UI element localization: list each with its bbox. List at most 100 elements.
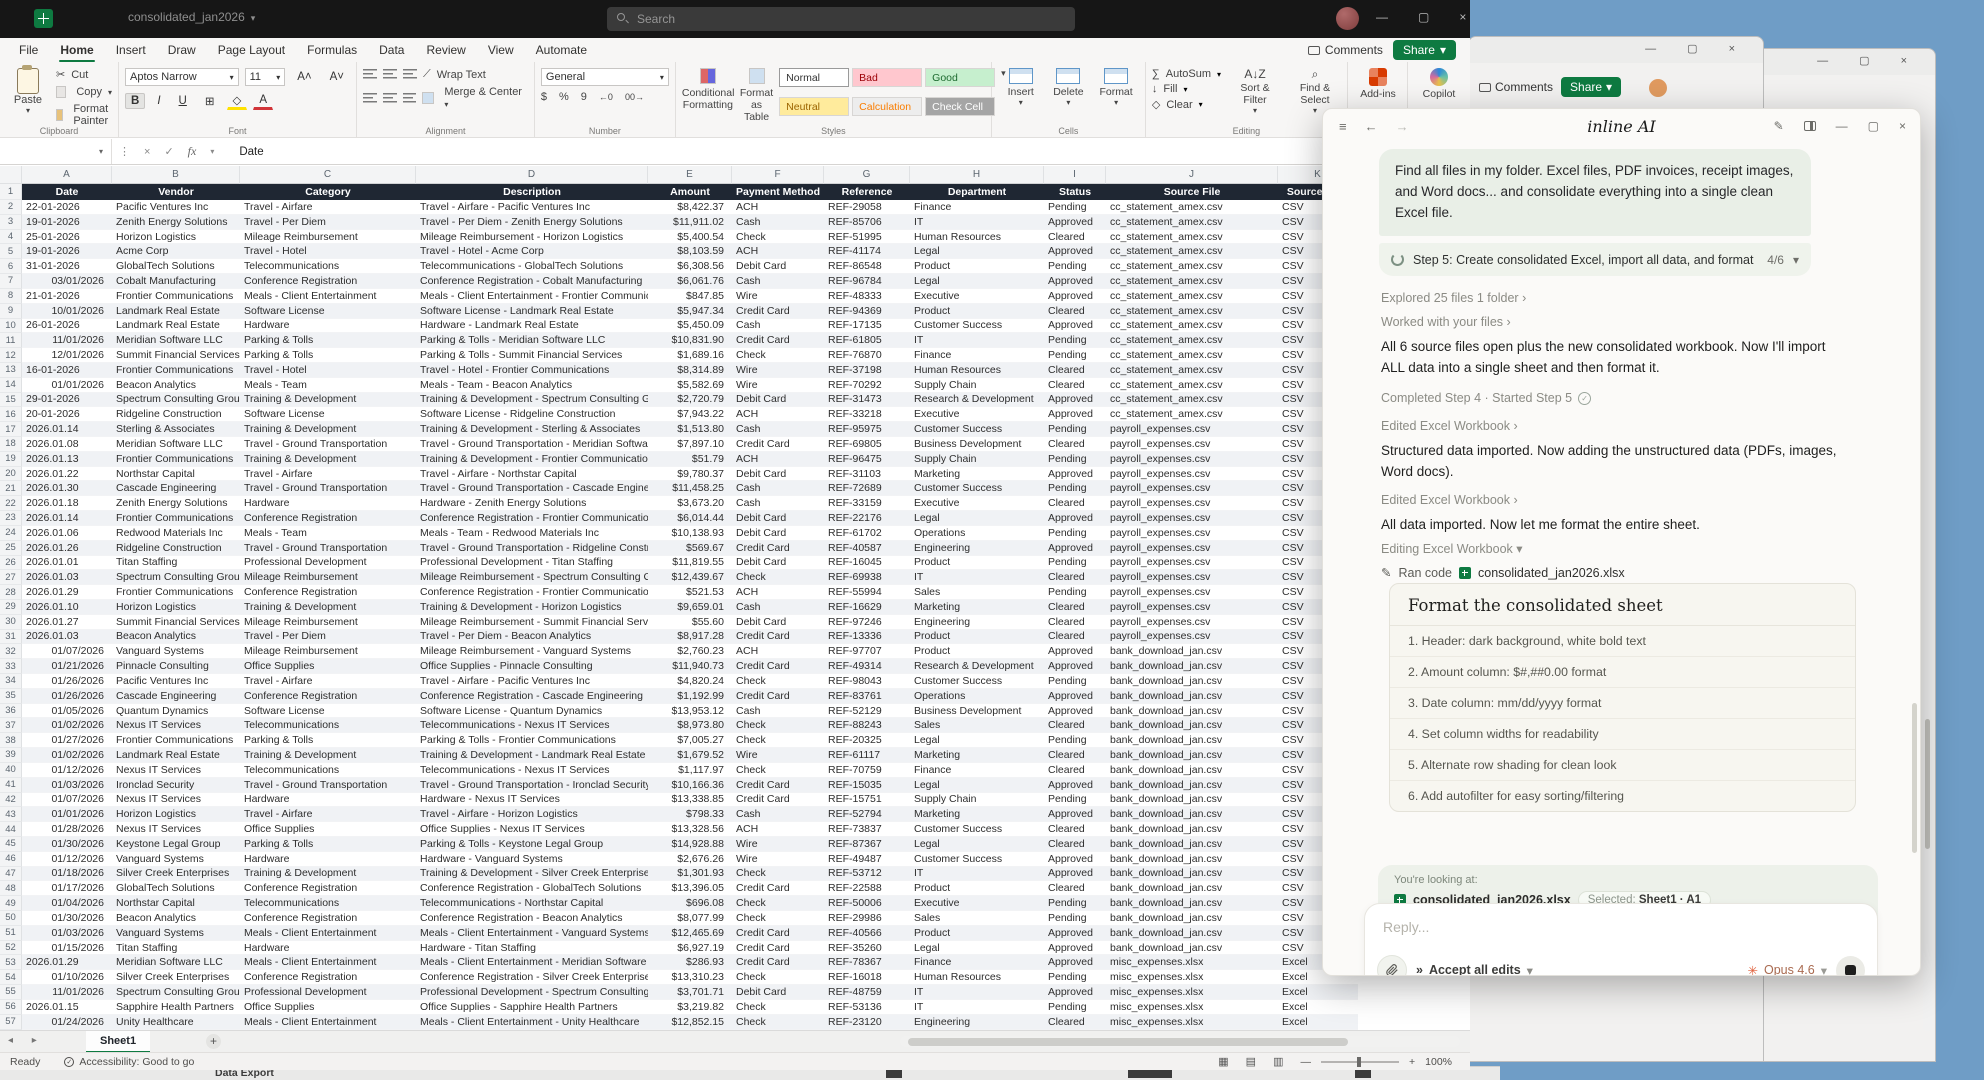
cell-vendor[interactable]: Ironclad Security [112, 778, 240, 793]
cell-source-file[interactable]: payroll_expenses.csv [1106, 481, 1278, 496]
cell-date[interactable]: 22-01-2026 [22, 200, 112, 215]
cell-category[interactable]: Travel - Per Diem [240, 215, 416, 230]
cell-department[interactable]: Finance [910, 763, 1044, 778]
cell-payment-method[interactable]: Check [732, 1000, 824, 1015]
cell-amount[interactable]: $8,314.89 [648, 363, 732, 378]
cell-description[interactable]: Hardware - Vanguard Systems [416, 852, 648, 867]
cell-source-file[interactable]: payroll_expenses.csv [1106, 630, 1278, 645]
cell-vendor[interactable]: Spectrum Consulting Group [112, 570, 240, 585]
ribbon-tab-home[interactable]: Home [49, 40, 104, 60]
cell-date[interactable]: 19-01-2026 [22, 215, 112, 230]
cell-amount[interactable]: $286.93 [648, 955, 732, 970]
accept-all-edits-button[interactable]: » Accept all edits ▾ [1416, 963, 1533, 977]
cell-payment-method[interactable]: Credit Card [732, 955, 824, 970]
row-number[interactable]: 30 [0, 615, 22, 630]
cell-description[interactable]: Travel - Ground Transportation - Cascade… [416, 481, 648, 496]
cell-payment-method[interactable]: Check [732, 733, 824, 748]
model-selector[interactable]: ✳ Opus 4.6 ▾ [1748, 963, 1828, 977]
style-bad[interactable]: Bad [852, 68, 922, 87]
header-cell-amount[interactable]: Amount [648, 184, 732, 200]
cell-date[interactable]: 01/12/2026 [22, 852, 112, 867]
cell-source-file[interactable]: cc_statement_amex.csv [1106, 200, 1278, 215]
cell-department[interactable]: Human Resources [910, 363, 1044, 378]
cell-payment-method[interactable]: Credit Card [732, 437, 824, 452]
edit-icon[interactable]: ✎ [1774, 119, 1784, 133]
cell-source-file[interactable]: cc_statement_amex.csv [1106, 363, 1278, 378]
cell-amount[interactable]: $13,310.23 [648, 970, 732, 985]
cell-date[interactable]: 01/30/2026 [22, 911, 112, 926]
cell-vendor[interactable]: Titan Staffing [112, 556, 240, 571]
cell-vendor[interactable]: Cascade Engineering [112, 481, 240, 496]
reply-input[interactable]: Reply... [1383, 919, 1429, 935]
cell-source-file[interactable]: bank_download_jan.csv [1106, 867, 1278, 882]
cell-source-file[interactable]: bank_download_jan.csv [1106, 807, 1278, 822]
cell-status[interactable]: Approved [1044, 852, 1106, 867]
cell-status[interactable]: Approved [1044, 926, 1106, 941]
cell-description[interactable]: Training & Development - Sterling & Asso… [416, 422, 648, 437]
row-number[interactable]: 42 [0, 793, 22, 808]
cell-source-file[interactable]: cc_statement_amex.csv [1106, 333, 1278, 348]
cell-source-file[interactable]: payroll_expenses.csv [1106, 437, 1278, 452]
cell-reference[interactable]: REF-41174 [824, 244, 910, 259]
cell-department[interactable]: Legal [910, 778, 1044, 793]
cell-source-file[interactable]: cc_statement_amex.csv [1106, 215, 1278, 230]
cell-status[interactable]: Cleared [1044, 437, 1106, 452]
cell-payment-method[interactable]: ACH [732, 244, 824, 259]
cell-vendor[interactable]: Nexus IT Services [112, 718, 240, 733]
cell-description[interactable]: Meals - Team - Redwood Materials Inc [416, 526, 648, 541]
cell-payment-method[interactable]: Credit Card [732, 333, 824, 348]
cell-reference[interactable]: REF-29058 [824, 200, 910, 215]
row-number[interactable]: 33 [0, 659, 22, 674]
cell-department[interactable]: Finance [910, 955, 1044, 970]
cell-description[interactable]: Meals - Client Entertainment - Frontier … [416, 289, 648, 304]
cell-amount[interactable]: $4,820.24 [648, 674, 732, 689]
cell-payment-method[interactable]: Wire [732, 748, 824, 763]
cell-vendor[interactable]: Summit Financial Services [112, 615, 240, 630]
increase-decimal-button[interactable]: ←0 [599, 92, 613, 102]
cell-category[interactable]: Office Supplies [240, 822, 416, 837]
cell-payment-method[interactable]: Cash [732, 319, 824, 334]
cell-status[interactable]: Pending [1044, 422, 1106, 437]
ran-code-row[interactable]: ✎ Ran code consolidated_jan2026.xlsx [1381, 565, 1625, 580]
cell-amount[interactable]: $6,308.56 [648, 259, 732, 274]
cell-status[interactable]: Cleared [1044, 837, 1106, 852]
cell-amount[interactable]: $13,338.85 [648, 793, 732, 808]
cell-vendor[interactable]: Titan Staffing [112, 941, 240, 956]
row-number[interactable]: 20 [0, 467, 22, 482]
cell-department[interactable]: Marketing [910, 748, 1044, 763]
search-input[interactable]: Search [607, 7, 1075, 31]
cell-status[interactable]: Approved [1044, 319, 1106, 334]
row-number[interactable]: 32 [0, 644, 22, 659]
cell-reference[interactable]: REF-83761 [824, 689, 910, 704]
row-number[interactable]: 49 [0, 896, 22, 911]
cell-date[interactable]: 2026.01.15 [22, 1000, 112, 1015]
cell-status[interactable]: Cleared [1044, 230, 1106, 245]
cell-reference[interactable]: REF-17135 [824, 319, 910, 334]
cell-vendor[interactable]: Spectrum Consulting Group [112, 393, 240, 408]
cell-vendor[interactable]: Nexus IT Services [112, 763, 240, 778]
ribbon-tab-view[interactable]: View [477, 40, 525, 60]
cell-category[interactable]: Meals - Client Entertainment [240, 1015, 416, 1030]
comments-button[interactable]: Comments [1308, 43, 1383, 57]
cell-status[interactable]: Cleared [1044, 1015, 1106, 1030]
row-number[interactable]: 7 [0, 274, 22, 289]
add-sheet-button[interactable]: + [206, 1034, 221, 1049]
cell-reference[interactable]: REF-22588 [824, 881, 910, 896]
cell-amount[interactable]: $11,458.25 [648, 481, 732, 496]
header-cell-reference[interactable]: Reference [824, 184, 910, 200]
cell-date[interactable]: 01/03/2026 [22, 926, 112, 941]
column-header-B[interactable]: B [112, 166, 240, 184]
row-number[interactable]: 16 [0, 407, 22, 422]
cell-date[interactable]: 01/26/2026 [22, 674, 112, 689]
editing-workbook-link[interactable]: Editing Excel Workbook ▾ [1381, 541, 1523, 556]
cell-status[interactable]: Cleared [1044, 718, 1106, 733]
cell-description[interactable]: Meals - Client Entertainment - Vanguard … [416, 926, 648, 941]
cell-source-file[interactable]: bank_download_jan.csv [1106, 659, 1278, 674]
number-format-select[interactable]: General▾ [541, 68, 669, 86]
cell-date[interactable]: 01/07/2026 [22, 644, 112, 659]
row-number[interactable]: 52 [0, 941, 22, 956]
cell-description[interactable]: Telecommunications - Northstar Capital [416, 896, 648, 911]
cell-department[interactable]: Product [910, 556, 1044, 571]
cell-status[interactable]: Approved [1044, 289, 1106, 304]
cell-category[interactable]: Training & Development [240, 867, 416, 882]
